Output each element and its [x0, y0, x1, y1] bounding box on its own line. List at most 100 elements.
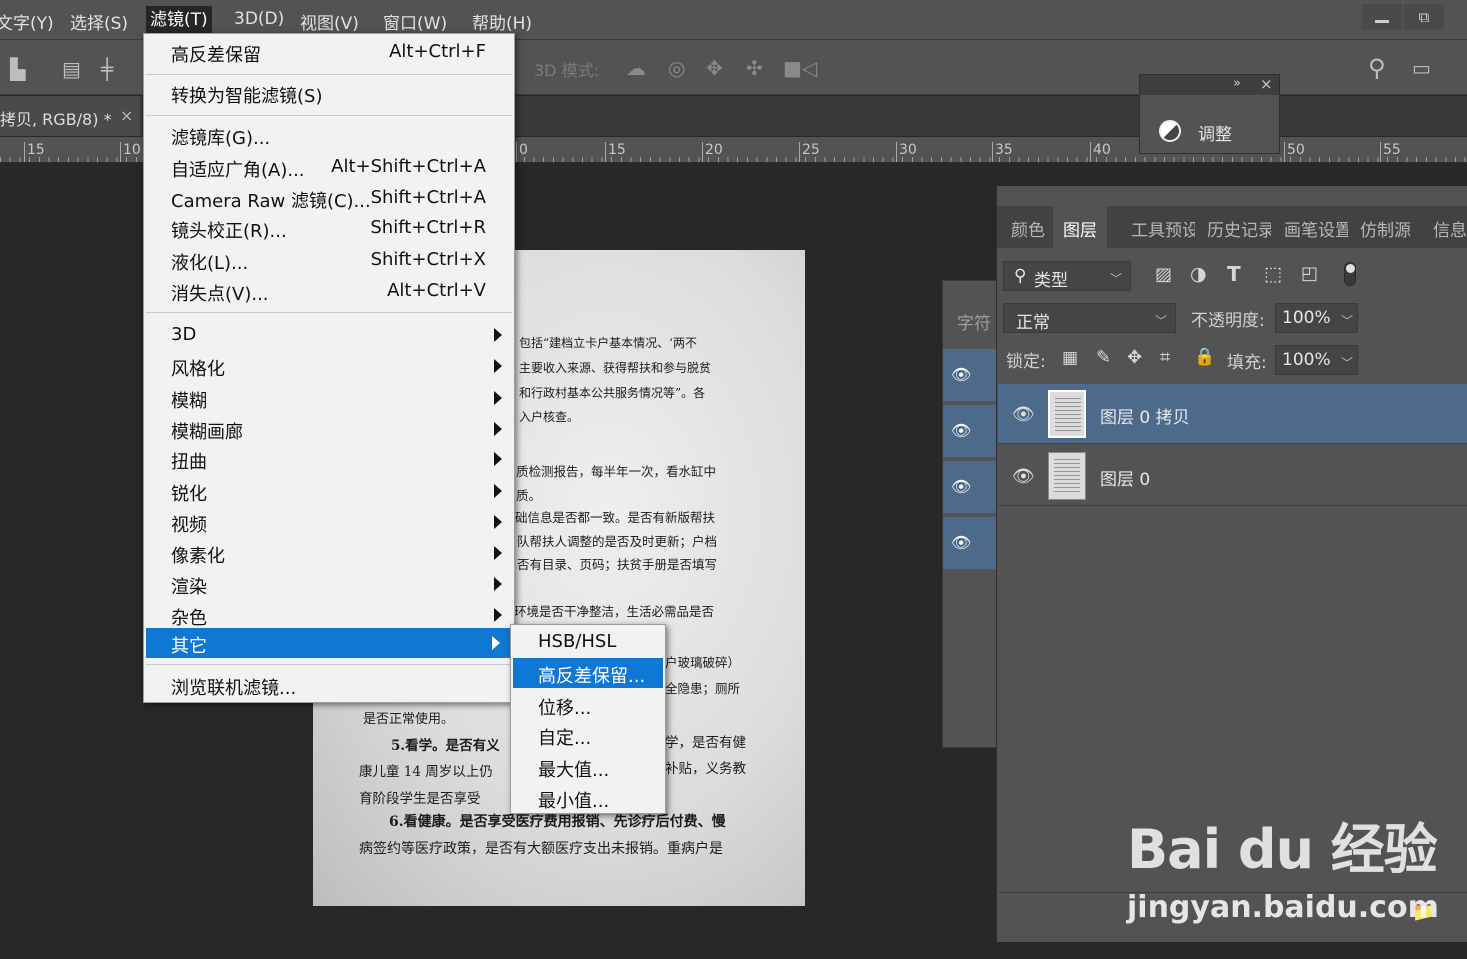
close-icon[interactable]: × [120, 106, 133, 125]
tab-color[interactable]: 颜色 [1011, 216, 1045, 241]
menu-item-noise[interactable]: 杂色 [144, 600, 514, 630]
submenu-arrow-icon [494, 577, 502, 591]
opacity-value: 100% [1282, 308, 1331, 328]
menu-item-filter-gallery[interactable]: 滤镜库(G)... [144, 120, 514, 150]
lock-artboard-icon[interactable]: ⌗ [1160, 347, 1170, 368]
layer-row-copy[interactable]: 👁 图层 0 拷贝 [998, 384, 1467, 444]
align-center-icon[interactable]: ╪ [101, 57, 113, 81]
close-icon[interactable]: × [1260, 75, 1273, 93]
mode-3d-label: 3D 模式: [534, 61, 599, 80]
chevron-down-icon[interactable]: ﹀ [1341, 354, 1353, 371]
menu-filter[interactable]: 滤镜(T) [146, 6, 212, 34]
dock-layer-row[interactable]: 👁 [943, 405, 997, 457]
menu-item-adaptive-wide-angle[interactable]: 自适应广角(A)... Alt+Shift+Ctrl+A [144, 152, 514, 182]
lock-all-icon[interactable]: 🔒 [1194, 347, 1215, 367]
dock-layer-row[interactable]: 👁 [943, 349, 997, 401]
menu-item-stylize[interactable]: 风格化 [144, 351, 514, 381]
submenu-item-custom[interactable]: 自定... [511, 720, 665, 750]
submenu-item-maximum[interactable]: 最大值... [511, 752, 665, 782]
adjustments-label[interactable]: 调整 [1198, 120, 1232, 145]
blend-mode-dropdown[interactable]: 正常 ﹀ [1003, 303, 1176, 333]
menu-item-convert-smart-filter[interactable]: 转换为智能滤镜(S) [144, 78, 514, 108]
dock-layer-row[interactable]: 👁 [943, 461, 997, 513]
eye-icon[interactable]: 👁 [951, 533, 971, 552]
menu-item-vanishing-point[interactable]: 消失点(V)... Alt+Ctrl+V [144, 276, 514, 306]
search-icon[interactable]: ⚲ [1368, 54, 1386, 82]
pan-3d-icon[interactable]: ✥ [706, 56, 723, 80]
eye-icon[interactable]: 👁 [951, 477, 971, 496]
menu-type[interactable]: 文字(Y) [0, 9, 54, 34]
menu-divider [146, 664, 512, 665]
tab-clone-source[interactable]: 仿制源 [1360, 216, 1411, 241]
adjustments-panel-header[interactable]: » × [1140, 75, 1279, 95]
character-panel-label[interactable]: 字符 [957, 309, 991, 334]
lock-paint-icon[interactable]: ✎ [1096, 347, 1111, 368]
menu-item-other[interactable]: 其它 [146, 628, 512, 658]
menu-window[interactable]: 窗口(W) [383, 9, 447, 34]
submenu-item-hsb-hsl[interactable]: HSB/HSL [511, 627, 665, 657]
restore-button[interactable]: ⧉ [1404, 4, 1444, 30]
lock-position-icon[interactable]: ✥ [1127, 347, 1142, 368]
menu-item-pixelate[interactable]: 像素化 [144, 538, 514, 568]
filter-toggle[interactable] [1344, 262, 1356, 286]
menu-item-blur[interactable]: 模糊 [144, 383, 514, 413]
smart-object-filter-icon[interactable]: ◰ [1301, 263, 1318, 284]
other-submenu: HSB/HSL 高反差保留... 位移... 自定... 最大值... 最小值.… [510, 624, 666, 814]
document-tab[interactable]: 拷贝, RGB/8) * × [0, 96, 140, 136]
menu-item-sharpen[interactable]: 锐化 [144, 476, 514, 506]
menu-item-browse-online[interactable]: 浏览联机滤镜... [144, 670, 514, 700]
menu-item-blur-gallery[interactable]: 模糊画廊 [144, 414, 514, 444]
submenu-arrow-icon [494, 515, 502, 529]
menu-item-camera-raw[interactable]: Camera Raw 滤镜(C)... Shift+Ctrl+A [144, 183, 514, 213]
type-filter-icon[interactable]: T [1227, 262, 1241, 286]
tab-tool-presets[interactable]: 工具预设 [1131, 216, 1195, 241]
menu-item-distort[interactable]: 扭曲 [144, 444, 514, 474]
eye-icon[interactable]: 👁 [1012, 466, 1035, 487]
minimize-button[interactable] [1362, 4, 1402, 30]
menu-view[interactable]: 视图(V) [300, 9, 359, 34]
menu-item-lens-correction[interactable]: 镜头校正(R)... Shift+Ctrl+R [144, 213, 514, 243]
lock-transparency-icon[interactable]: ▦ [1062, 348, 1078, 368]
layer-row[interactable]: 👁 图层 0 [998, 446, 1467, 506]
submenu-item-minimum[interactable]: 最小值... [511, 783, 665, 813]
document-text-line: 和行政村基本公共服务情况等”。各 [519, 386, 706, 400]
fill-field[interactable]: 100% ﹀ [1275, 345, 1358, 375]
dock-layer-row[interactable]: 👁 [943, 517, 997, 569]
chevron-down-icon[interactable]: ﹀ [1341, 312, 1353, 329]
menu-help[interactable]: 帮助(H) [472, 9, 532, 34]
align-bottom-icon[interactable]: ▙ [10, 57, 25, 81]
submenu-arrow-icon [494, 359, 502, 373]
menu-item-3d[interactable]: 3D [144, 320, 514, 350]
collapse-icon[interactable]: » [1233, 76, 1241, 91]
layer-name[interactable]: 图层 0 [1100, 465, 1150, 490]
menu-item-video[interactable]: 视频 [144, 507, 514, 537]
submenu-item-offset[interactable]: 位移... [511, 690, 665, 720]
tab-history[interactable]: 历史记录 [1207, 216, 1271, 241]
slide-3d-icon[interactable]: ✣ [746, 56, 763, 80]
roll-3d-icon[interactable]: ◎ [668, 56, 685, 80]
menu-item-render[interactable]: 渲染 [144, 569, 514, 599]
tab-brush-settings[interactable]: 画笔设置 [1284, 216, 1348, 241]
menu-3d[interactable]: 3D(D) [234, 9, 284, 29]
menu-item-high-pass-last[interactable]: 高反差保留 Alt+Ctrl+F [144, 37, 514, 67]
adjustment-filter-icon[interactable]: ◑ [1190, 263, 1207, 285]
align-left-icon[interactable]: ▤ [62, 57, 81, 81]
workspace-icon[interactable]: ▭ [1412, 56, 1431, 80]
tab-info[interactable]: 信息 [1433, 216, 1467, 241]
image-filter-icon[interactable]: ▨ [1155, 264, 1172, 285]
opacity-field[interactable]: 100% ﹀ [1275, 303, 1358, 333]
menu-item-liquify[interactable]: 液化(L)... Shift+Ctrl+X [144, 245, 514, 275]
layer-filter-dropdown[interactable]: ⚲ 类型 ﹀ [1003, 261, 1131, 291]
camera-3d-icon[interactable]: ■◁ [783, 56, 817, 80]
ruler-label: 30 [896, 142, 917, 162]
menu-select[interactable]: 选择(S) [70, 9, 128, 34]
eye-icon[interactable]: 👁 [951, 421, 971, 440]
eye-icon[interactable]: 👁 [1012, 404, 1035, 425]
adjustments-icon[interactable] [1159, 120, 1181, 142]
eye-icon[interactable]: 👁 [951, 365, 971, 384]
orbit-3d-icon[interactable]: ☁ [626, 56, 646, 80]
tab-layers[interactable]: 图层 [1053, 206, 1107, 248]
submenu-item-high-pass[interactable]: 高反差保留... [513, 658, 663, 688]
shape-filter-icon[interactable]: ⬚ [1264, 263, 1282, 285]
layer-name[interactable]: 图层 0 拷贝 [1100, 403, 1190, 428]
